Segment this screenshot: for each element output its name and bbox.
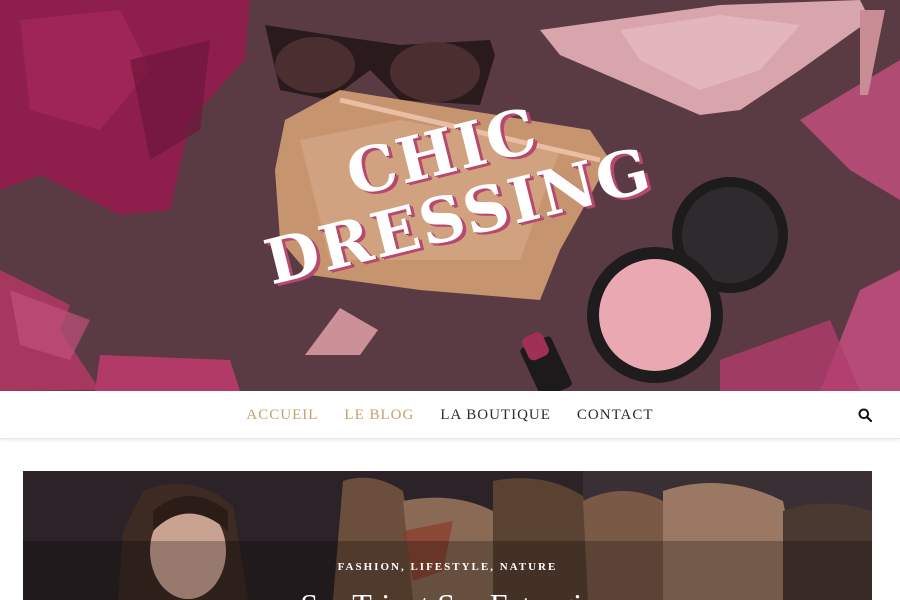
nav-menu: ACCUEIL LE BLOG LA BOUTIQUE CONTACT [0, 391, 900, 439]
main-navigation: ACCUEIL LE BLOG LA BOUTIQUE CONTACT [0, 391, 900, 439]
post-categories: FASHION, LIFESTYLE, NATURE [23, 561, 872, 573]
post-title[interactable]: Sur Tricot Sur Estrogis [23, 587, 872, 600]
nav-item-la-boutique[interactable]: LA BOUTIQUE [440, 407, 551, 424]
nav-item-accueil[interactable]: ACCUEIL [246, 407, 318, 424]
category-link-lifestyle[interactable]: LIFESTYLE [410, 561, 490, 573]
featured-post[interactable]: FASHION, LIFESTYLE, NATURE Sur Tricot Su… [23, 471, 872, 600]
category-separator: , [490, 561, 500, 573]
search-icon[interactable] [858, 408, 872, 422]
category-link-fashion[interactable]: FASHION [338, 561, 401, 573]
category-link-nature[interactable]: NATURE [500, 561, 558, 573]
header-banner: CHIC DRESSING [0, 0, 900, 391]
nav-item-le-blog[interactable]: LE BLOG [344, 407, 414, 424]
featured-post-image [23, 471, 872, 600]
nav-item-contact[interactable]: CONTACT [577, 407, 654, 424]
